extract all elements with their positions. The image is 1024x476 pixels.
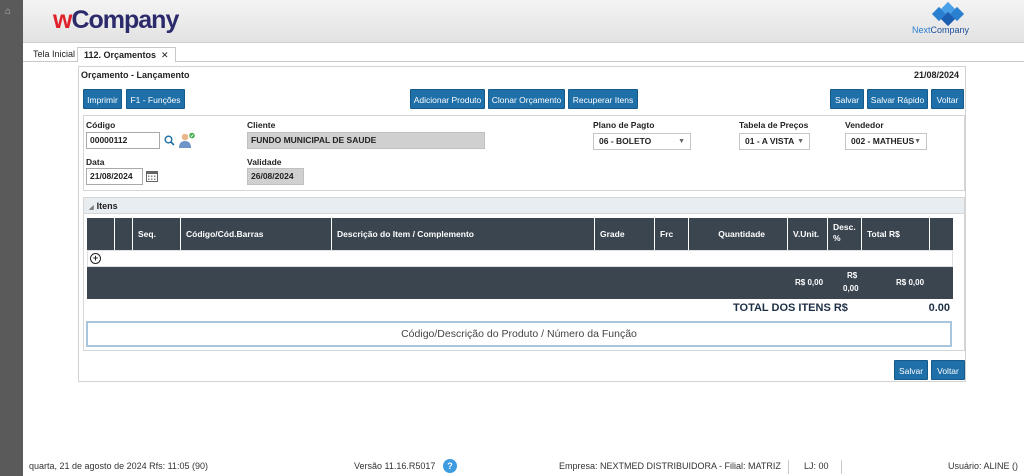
grid-col-description[interactable]: Descrição do Item / Complemento <box>332 218 595 250</box>
items-grid-footer: R$ 0,00 R$ 0,00 R$ 0,00 <box>87 267 953 299</box>
left-rail: ⌂ <box>0 0 23 476</box>
payment-select[interactable]: 06 - BOLETO ▼ <box>593 133 691 150</box>
seller-select[interactable]: 002 - MATHEUS ▼ <box>845 133 927 150</box>
calendar-icon[interactable] <box>146 170 158 182</box>
recover-items-button[interactable]: Recuperar Itens <box>568 89 638 109</box>
wcompany-logo: wCompany <box>53 6 179 35</box>
bottom-save-button[interactable]: Salvar <box>894 360 928 380</box>
add-item-plus-icon[interactable]: + <box>90 253 101 264</box>
panel-date: 21/08/2024 <box>913 70 959 80</box>
grid-col-discount[interactable]: Desc. % <box>828 218 862 250</box>
panel-title: Orçamento - Lançamento <box>81 70 190 80</box>
nextcompany-diamonds-icon <box>931 1 965 27</box>
orcamento-panel: Orçamento - Lançamento 21/08/2024 Imprim… <box>78 66 966 382</box>
grid-col-quantity[interactable]: Quantidade <box>689 218 788 250</box>
brand-prefix: Next <box>912 25 931 35</box>
quick-save-button[interactable]: Salvar Rápido <box>867 89 928 109</box>
grid-col-blank-1 <box>87 218 115 250</box>
tab-home-label: Tela Inicial <box>33 49 76 59</box>
status-user: Usuário: ALINE () <box>947 461 1018 471</box>
chevron-down-icon: ▼ <box>797 138 804 145</box>
help-icon[interactable]: ? <box>443 459 457 473</box>
grid-col-blank-3 <box>930 218 953 250</box>
footer-vunit: R$ 0,00 <box>795 278 824 287</box>
validity-label: Validade <box>247 157 282 167</box>
grid-col-blank-2 <box>115 218 133 250</box>
client-label: Cliente <box>247 120 276 130</box>
status-divider <box>841 460 842 474</box>
footer-desc-currency: R$ <box>847 271 858 280</box>
footer-total: R$ 0,00 <box>896 278 925 287</box>
grid-col-total[interactable]: Total R$ <box>862 218 930 250</box>
print-button[interactable]: Imprimir <box>83 89 122 109</box>
collapse-triangle-icon[interactable]: ◢ <box>89 205 94 211</box>
tab-orcamentos-label: 112. Orçamentos <box>84 50 157 60</box>
validity-input[interactable]: 26/08/2024 <box>247 168 304 185</box>
close-tab-icon[interactable]: ✕ <box>161 50 169 60</box>
clone-button[interactable]: Clonar Orçamento <box>488 89 565 109</box>
grid-col-grade[interactable]: Grade <box>595 218 655 250</box>
status-company: Empresa: NEXTMED DISTRIBUIDORA - Filial:… <box>559 461 781 471</box>
functions-button[interactable]: F1 - Funções <box>126 89 185 109</box>
footer-desc-value: 0,00 <box>843 284 859 293</box>
status-version: Versão 11.16.R5017 <box>354 461 436 471</box>
logo-w: w <box>53 6 72 34</box>
grid-col-vunit[interactable]: V.Unit. <box>788 218 828 250</box>
items-title: Itens <box>96 201 118 211</box>
add-product-button[interactable]: Adicionar Produto <box>410 89 485 109</box>
items-header[interactable]: ◢ Itens <box>84 198 964 214</box>
grid-col-frc[interactable]: Frc <box>655 218 689 250</box>
chevron-down-icon: ▼ <box>678 138 685 145</box>
user-add-icon[interactable] <box>178 132 196 149</box>
status-datetime: quarta, 21 de agosto de 2024 Rfs: 11:05 … <box>29 461 208 471</box>
status-divider <box>788 460 789 474</box>
price-table-label: Tabela de Preços <box>739 120 809 130</box>
price-table-value: 01 - A VISTA <box>745 136 795 146</box>
top-bar: wCompany NextCompany <box>23 0 1024 43</box>
logo-rest: Company <box>71 6 179 34</box>
nextcompany-logo: NextCompany <box>912 1 982 38</box>
items-grid-header: Seq. Código/Cód.Barras Descrição do Item… <box>87 218 953 250</box>
code-input[interactable]: 00000112 <box>86 132 160 149</box>
status-lj: LJ: 00 <box>804 461 829 471</box>
items-totals: TOTAL DOS ITENS R$ 0.00 <box>87 299 953 316</box>
grid-col-code[interactable]: Código/Cód.Barras <box>181 218 332 250</box>
header-form: Código 00000112 Cliente FUNDO MUNICIPAL … <box>83 115 965 191</box>
status-bar: quarta, 21 de agosto de 2024 Rfs: 11:05 … <box>23 457 1024 476</box>
back-button[interactable]: Voltar <box>931 89 964 109</box>
seller-value: 002 - MATHEUS <box>851 136 915 146</box>
payment-value: 06 - BOLETO <box>599 136 652 146</box>
chevron-down-icon: ▼ <box>914 138 921 145</box>
date-label: Data <box>86 157 105 167</box>
tab-bar: Tela Inicial 112. Orçamentos ✕ <box>23 46 1024 62</box>
total-items-value: 0.00 <box>928 302 950 314</box>
total-items-label: TOTAL DOS ITENS R$ <box>733 302 848 314</box>
home-icon[interactable]: ⌂ <box>5 6 11 17</box>
product-search-input[interactable]: Código/Descrição do Produto / Número da … <box>86 321 952 347</box>
payment-label: Plano de Pagto <box>593 120 655 130</box>
tab-orcamentos[interactable]: 112. Orçamentos ✕ <box>77 47 176 62</box>
nextcompany-text: NextCompany <box>912 25 969 35</box>
add-item-row: + <box>87 250 953 267</box>
grid-col-seq[interactable]: Seq. <box>133 218 181 250</box>
tab-home[interactable]: Tela Inicial <box>27 47 81 62</box>
seller-label: Vendedor <box>845 120 884 130</box>
client-input[interactable]: FUNDO MUNICIPAL DE SAUDE <box>247 132 485 149</box>
date-input[interactable]: 21/08/2024 <box>86 168 143 185</box>
save-button[interactable]: Salvar <box>830 89 864 109</box>
search-icon[interactable] <box>164 135 175 146</box>
brand-suffix: Company <box>930 25 970 35</box>
bottom-back-button[interactable]: Voltar <box>931 360 965 380</box>
price-table-select[interactable]: 01 - A VISTA ▼ <box>739 133 810 150</box>
code-label: Código <box>86 120 116 130</box>
